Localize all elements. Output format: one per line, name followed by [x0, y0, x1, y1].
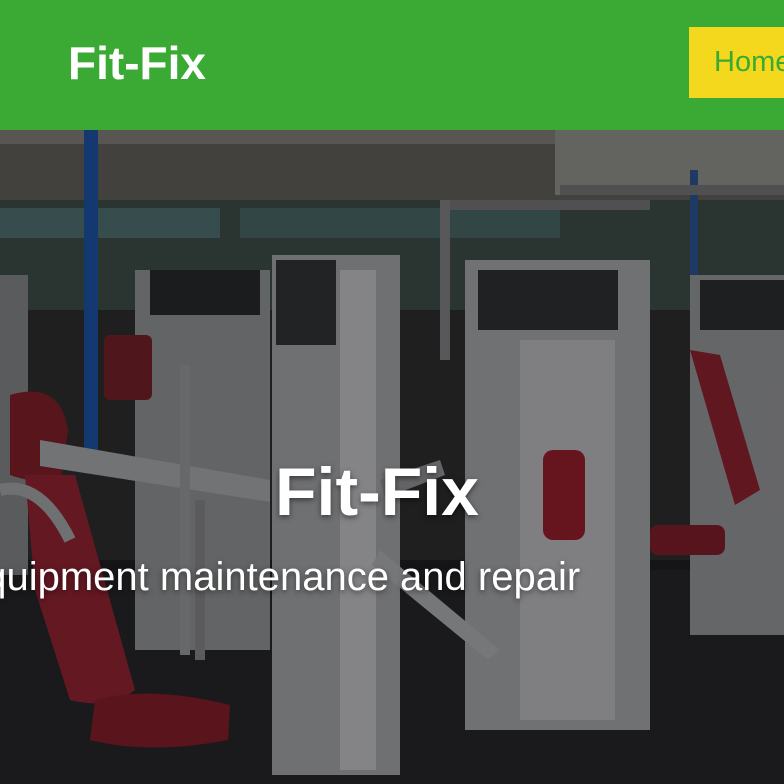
hero-subtitle: Your exercise equipment maintenance and …	[0, 555, 581, 599]
brand-logo-link[interactable]: Fit-Fix	[68, 36, 206, 90]
hero-banner: Fit-Fix Your exercise equipment maintena…	[0, 130, 784, 784]
nav-link-home[interactable]: Home	[689, 27, 784, 98]
navbar: Fit-Fix Home	[0, 0, 784, 130]
hero-title: Fit-Fix	[275, 454, 479, 530]
